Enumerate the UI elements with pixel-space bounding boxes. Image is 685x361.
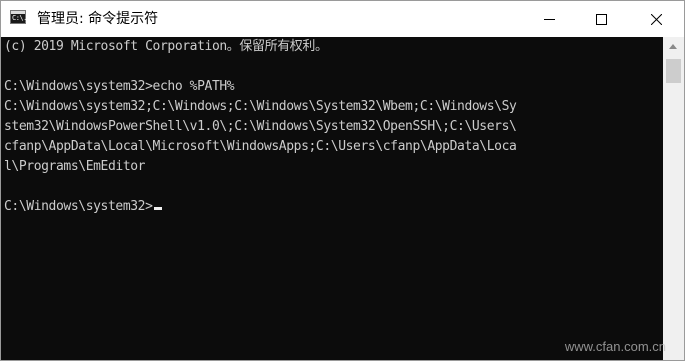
window-title: 管理员: 命令提示符 bbox=[37, 11, 159, 27]
text-cursor bbox=[153, 207, 162, 210]
close-icon bbox=[651, 14, 662, 25]
maximize-icon bbox=[596, 14, 607, 25]
maximize-button[interactable] bbox=[578, 1, 624, 37]
console-line: stem32\WindowsPowerShell\v1.0\;C:\Window… bbox=[4, 119, 517, 134]
cmd-icon-label: C:\. bbox=[12, 14, 27, 22]
console-line: l\Programs\EmEditor bbox=[4, 159, 146, 174]
console-line: C:\Windows\system32>echo %PATH% bbox=[4, 79, 235, 94]
vertical-scrollbar[interactable] bbox=[663, 37, 684, 360]
minimize-icon bbox=[544, 19, 555, 20]
scroll-thumb[interactable] bbox=[666, 59, 681, 83]
cmd-icon[interactable]: C:\. bbox=[10, 10, 27, 24]
prompt-line[interactable]: C:\Windows\system32> bbox=[4, 197, 162, 217]
close-button[interactable] bbox=[633, 1, 679, 37]
scroll-up-arrow-icon[interactable] bbox=[663, 37, 684, 57]
prompt-text: C:\Windows\system32> bbox=[4, 199, 153, 214]
console-line: (c) 2019 Microsoft Corporation。保留所有权利。 bbox=[4, 39, 328, 54]
cmd-window: C:\. 管理员: 命令提示符 (c) 2019 Microsoft Corpo… bbox=[0, 0, 685, 361]
title-bar[interactable]: C:\. 管理员: 命令提示符 bbox=[1, 1, 684, 37]
console-line: cfanp\AppData\Local\Microsoft\WindowsApp… bbox=[4, 139, 517, 154]
console-line: C:\Windows\system32;C:\Windows;C:\Window… bbox=[4, 99, 517, 114]
watermark: www.cfan.com.cn bbox=[564, 339, 666, 354]
console-output[interactable]: (c) 2019 Microsoft Corporation。保留所有权利。 C… bbox=[1, 37, 663, 360]
minimize-button[interactable] bbox=[526, 1, 572, 37]
